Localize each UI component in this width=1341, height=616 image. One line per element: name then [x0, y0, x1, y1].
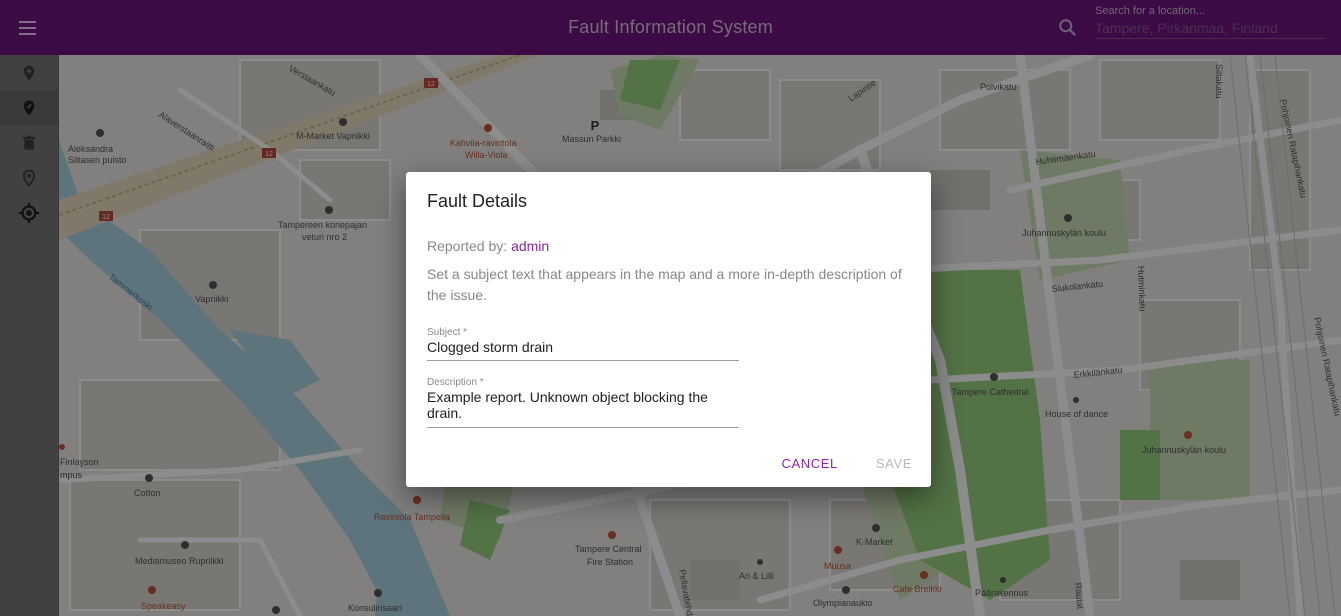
dialog-actions: CANCEL SAVE: [782, 456, 912, 471]
subject-underline: [427, 360, 739, 361]
help-text: Set a subject text that appears in the m…: [427, 266, 902, 303]
subject-input[interactable]: Clogged storm drain: [427, 339, 739, 355]
description-underline: [427, 427, 739, 428]
fault-details-dialog: Fault Details Reported by: admin Set a s…: [406, 172, 931, 487]
description-textarea[interactable]: Example report. Unknown object blocking …: [427, 389, 727, 421]
subject-field[interactable]: Subject * Clogged storm drain: [427, 327, 739, 361]
reported-by: Reported by: admin: [427, 238, 549, 254]
save-button[interactable]: SAVE: [876, 456, 912, 471]
reported-by-user: admin: [511, 238, 550, 254]
subject-label: Subject *: [427, 327, 468, 338]
reported-by-label: Reported by:: [427, 238, 508, 254]
description-field[interactable]: Description * Example report. Unknown ob…: [427, 377, 739, 428]
description-label: Description *: [427, 377, 484, 388]
cancel-button[interactable]: CANCEL: [782, 456, 838, 471]
dialog-title: Fault Details: [427, 191, 528, 211]
